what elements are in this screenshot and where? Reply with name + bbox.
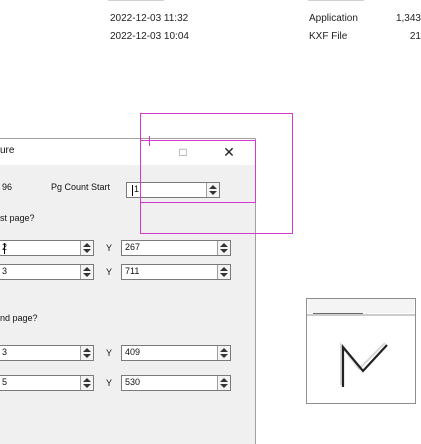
spin-up-icon (220, 267, 228, 271)
spin-down-icon (83, 273, 91, 277)
file-row[interactable]: 2022-12-03 10:04 KXF File 21 (0, 28, 421, 46)
top-rule (308, 0, 364, 1)
spin-up-icon (220, 348, 228, 352)
thumbnail-preview-icon (307, 299, 415, 387)
y-label: Y (106, 243, 113, 253)
spin-down-icon (83, 249, 91, 253)
spin-down-icon (83, 354, 91, 358)
second-page-label: nd page? (0, 313, 38, 323)
first-x-value-1: 2 (2, 242, 8, 252)
spin-arrows[interactable] (217, 265, 230, 279)
second-y-value-1: 409 (125, 347, 141, 357)
spin-up-icon (83, 378, 91, 382)
first-y-input-1[interactable]: 267 (121, 240, 231, 256)
spin-arrows[interactable] (217, 346, 230, 360)
file-type: Application (309, 13, 358, 24)
file-type: KXF File (309, 31, 348, 42)
top-rule (108, 0, 164, 1)
spin-up-icon (220, 378, 228, 382)
spin-down-icon (220, 384, 228, 388)
pg-count-value: 1 (134, 184, 140, 194)
first-x-value-2: 3 (2, 266, 8, 276)
spin-up-icon (220, 243, 228, 247)
first-y-input-2[interactable]: 711 (121, 264, 231, 280)
y-label: Y (106, 378, 113, 388)
spin-arrows[interactable] (217, 241, 230, 255)
file-size: 1,343 (395, 13, 421, 24)
spin-arrows[interactable] (217, 376, 230, 390)
spin-arrows[interactable] (80, 376, 93, 390)
first-x-input-2[interactable]: 3 (0, 264, 94, 280)
second-y-value-2: 530 (125, 377, 141, 387)
first-y-value-1: 267 (125, 242, 141, 252)
spin-down-icon (220, 354, 228, 358)
second-x-input-1[interactable]: 3 (0, 345, 94, 361)
second-x-value-1: 3 (2, 347, 8, 357)
dialog-title: ure (0, 145, 15, 156)
spin-up-icon (83, 267, 91, 271)
offset-value: 96 (2, 182, 13, 192)
spin-arrows[interactable] (80, 346, 93, 360)
spin-arrows[interactable] (80, 265, 93, 279)
page-thumbnail[interactable] (306, 298, 416, 404)
text-caret (132, 185, 133, 196)
selection-crosshair-v (149, 136, 150, 146)
first-page-label: st page? (0, 213, 35, 223)
spin-arrows[interactable] (80, 241, 93, 255)
pg-count-label: Pg Count Start (51, 182, 111, 192)
first-y-value-2: 711 (125, 266, 140, 276)
second-x-value-2: 5 (2, 377, 8, 387)
spin-down-icon (220, 249, 228, 253)
file-size: 21 (409, 31, 421, 42)
file-date: 2022-12-03 10:04 (110, 31, 189, 42)
y-label: Y (106, 267, 113, 277)
y-label: Y (106, 348, 113, 358)
first-x-input-1[interactable]: 2 (0, 240, 94, 256)
file-date: 2022-12-03 11:32 (110, 13, 189, 24)
spin-down-icon (83, 384, 91, 388)
file-row[interactable]: 2022-12-03 11:32 Application 1,343 (0, 10, 421, 28)
spin-up-icon (83, 243, 91, 247)
second-x-input-2[interactable]: 5 (0, 375, 94, 391)
spin-down-icon (220, 273, 228, 277)
second-y-input-1[interactable]: 409 (121, 345, 231, 361)
spin-up-icon (83, 348, 91, 352)
second-y-input-2[interactable]: 530 (121, 375, 231, 391)
selection-rectangle-inner[interactable] (140, 140, 256, 203)
